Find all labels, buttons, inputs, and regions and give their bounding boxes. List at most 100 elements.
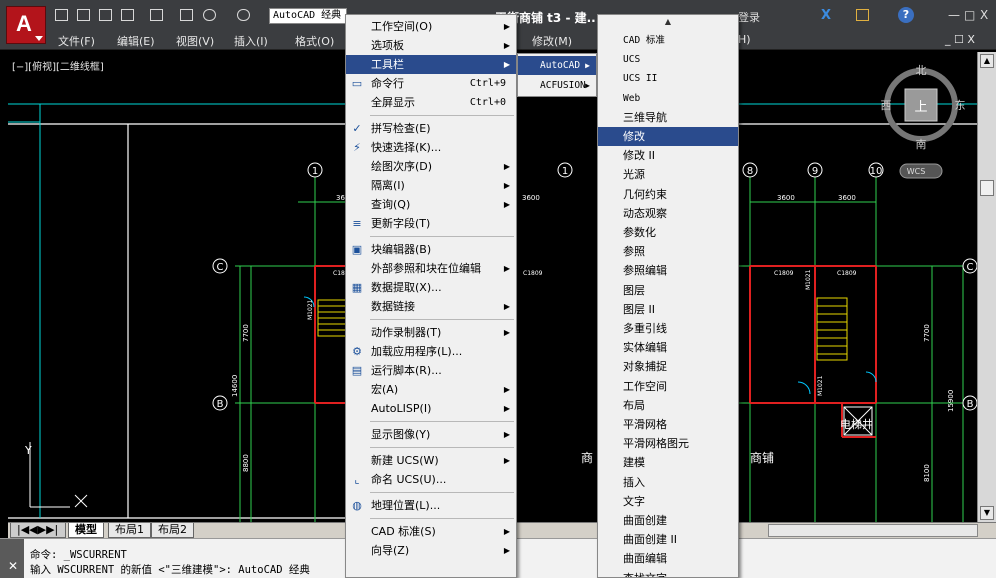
tab-layout1[interactable]: 布局1 (108, 523, 151, 538)
tools-menu-item[interactable]: ▦ 数据提取(X)... (346, 278, 516, 297)
tools-menu-item[interactable]: ⌞ 命名 UCS(U)... (346, 470, 516, 489)
horizontal-scrollbar[interactable] (768, 524, 978, 537)
tab-model[interactable]: 模型 (68, 523, 104, 538)
tools-menu-item[interactable]: ✓ 拼写检查(E) (346, 119, 516, 138)
tools-menu-item[interactable]: 工具栏 ▶ (346, 55, 516, 74)
tools-menu-item[interactable]: 显示图像(Y) ▶ (346, 425, 516, 444)
save-icon[interactable] (99, 9, 112, 21)
window-restore-controls[interactable]: _ ☐ X (945, 33, 975, 46)
autocad-toolbar-item[interactable]: 动态观察 (598, 204, 738, 223)
tools-menu-item[interactable]: 宏(A) ▶ (346, 380, 516, 399)
tools-menu-item[interactable]: 工作空间(O) ▶ (346, 17, 516, 36)
plot-icon[interactable] (150, 9, 163, 21)
autocad-toolbar-item[interactable]: 参照 (598, 242, 738, 261)
autocad-toolbar-item[interactable]: UCS II (598, 69, 738, 88)
redo-icon[interactable] (237, 9, 250, 21)
tools-menu-item[interactable]: 动作录制器(T) ▶ (346, 323, 516, 342)
menu-file[interactable]: 文件(F) (58, 33, 95, 49)
autocad-toolbar-item[interactable]: CAD 标准 (598, 31, 738, 50)
autocad-toolbar-item[interactable]: 修改 (598, 127, 738, 146)
tools-menu-item[interactable]: 外部参照和块在位编辑 ▶ (346, 259, 516, 278)
tools-menu-item[interactable]: ≡ 更新字段(T) (346, 214, 516, 233)
viewport-controls[interactable]: [−][俯视][二维线框] (12, 58, 104, 73)
view-cube-south[interactable]: 南 (916, 138, 927, 151)
autocad-toolbar-item[interactable]: 插入 (598, 473, 738, 492)
tools-menu-item[interactable]: AutoLISP(I) ▶ (346, 399, 516, 418)
print-icon[interactable] (180, 9, 193, 21)
autocad-toolbar-item[interactable]: 平滑网格 (598, 415, 738, 434)
command-line-close-button[interactable]: ✕ (0, 539, 24, 578)
login-link[interactable]: 登录 (738, 9, 760, 25)
view-cube-north[interactable]: 北 (916, 64, 927, 77)
autocad-toolbar-item[interactable]: 几何约束 (598, 185, 738, 204)
autocad-toolbar-item[interactable]: 参数化 (598, 223, 738, 242)
tools-menu-item[interactable]: ▭ 命令行 Ctrl+9 (346, 74, 516, 93)
autocad-toolbar-item[interactable]: 查找文字 (598, 569, 738, 577)
tools-menu-item[interactable]: ▣ 块编辑器(B) (346, 240, 516, 259)
tools-menu-item[interactable]: ◍ 地理位置(L)... (346, 496, 516, 515)
undo-icon[interactable] (203, 9, 216, 21)
autocad-toolbar-item[interactable]: 曲面创建 (598, 511, 738, 530)
tools-menu-item[interactable]: CAD 标准(S) ▶ (346, 522, 516, 541)
autocad-toolbar-item[interactable]: Web (598, 89, 738, 108)
tools-menu-item[interactable]: 绘图次序(D) ▶ (346, 157, 516, 176)
new-icon[interactable] (55, 9, 68, 21)
exchange-icon[interactable]: X (821, 8, 831, 23)
saveas-icon[interactable] (121, 9, 134, 21)
autocad-toolbar-item[interactable]: 建模 (598, 453, 738, 472)
maximize-button[interactable]: □ (964, 8, 975, 22)
view-cube[interactable]: 上 北 南 西 东 WCS (878, 62, 977, 182)
tools-menu-item[interactable]: 向导(Z) ▶ (346, 541, 516, 560)
tools-menu-item[interactable]: 选项板 ▶ (346, 36, 516, 55)
autocad-toolbar-item[interactable]: 修改 II (598, 146, 738, 165)
autocad-toolbar-item[interactable]: UCS (598, 50, 738, 69)
wcs-menu[interactable]: WCS (907, 167, 926, 176)
open-icon[interactable] (77, 9, 90, 21)
menu-edit[interactable]: 编辑(E) (117, 33, 155, 49)
menu-format[interactable]: 格式(O) (295, 33, 334, 49)
tools-menu-item[interactable]: ▤ 运行脚本(R)... (346, 361, 516, 380)
autocad-toolbar-item[interactable]: 布局 (598, 396, 738, 415)
scroll-thumb[interactable] (980, 180, 994, 196)
menu-scroll-up-arrow[interactable]: ▲ (598, 15, 738, 29)
close-button[interactable]: X (980, 8, 988, 22)
tools-menu-item[interactable]: 数据链接 ▶ (346, 297, 516, 316)
menu-modify[interactable]: 修改(M) (532, 33, 572, 49)
autocad-toolbar-item[interactable]: 三维导航 (598, 108, 738, 127)
autocad-toolbar-item[interactable]: 多重引线 (598, 319, 738, 338)
scroll-up-arrow[interactable]: ▲ (980, 54, 994, 68)
toolbar-submenu-item[interactable]: AutoCAD ▶ (518, 56, 596, 75)
tools-menu-item[interactable]: 隔离(I) ▶ (346, 176, 516, 195)
autocad-toolbar-item[interactable]: 平滑网格图元 (598, 434, 738, 453)
view-cube-top[interactable]: 上 (914, 100, 927, 115)
view-cube-west[interactable]: 西 (881, 99, 892, 112)
autocad-toolbar-item[interactable]: 文字 (598, 492, 738, 511)
tab-layout2[interactable]: 布局2 (151, 523, 194, 538)
help-icon[interactable]: ? (898, 7, 914, 23)
autocad-toolbar-item[interactable]: 实体编辑 (598, 338, 738, 357)
user-icon[interactable] (856, 9, 869, 21)
menu-help[interactable]: H) (738, 33, 751, 46)
app-logo[interactable]: A (6, 6, 46, 44)
autocad-toolbar-item[interactable]: 参照编辑 (598, 261, 738, 280)
tools-menu-item[interactable]: 全屏显示 Ctrl+0 (346, 93, 516, 112)
autocad-toolbar-item[interactable]: 工作空间 (598, 377, 738, 396)
autocad-toolbar-item[interactable]: 光源 (598, 165, 738, 184)
tools-menu-item[interactable]: 新建 UCS(W) ▶ (346, 451, 516, 470)
scroll-down-arrow[interactable]: ▼ (980, 506, 994, 520)
menu-insert[interactable]: 插入(I) (234, 33, 268, 49)
view-cube-east[interactable]: 东 (955, 99, 966, 112)
workspace-combo[interactable]: AutoCAD 经典 (269, 8, 347, 24)
menu-view[interactable]: 视图(V) (176, 33, 214, 49)
autocad-toolbar-item[interactable]: 曲面创建 II (598, 530, 738, 549)
tools-menu-item[interactable]: ⚡ 快速选择(K)... (346, 138, 516, 157)
tools-menu-item[interactable]: ⚙ 加载应用程序(L)... (346, 342, 516, 361)
autocad-toolbar-item[interactable]: 曲面编辑 (598, 549, 738, 568)
toolbar-submenu-item[interactable]: ACFUSION ▶ (518, 76, 596, 95)
minimize-button[interactable]: — (948, 8, 960, 22)
autocad-toolbar-item[interactable]: 图层 (598, 281, 738, 300)
tab-nav-arrows[interactable]: |◀◀▶▶| (10, 523, 66, 538)
tools-menu-item[interactable]: 查询(Q) ▶ (346, 195, 516, 214)
autocad-toolbar-item[interactable]: 对象捕捉 (598, 357, 738, 376)
vertical-scrollbar[interactable]: ▲ ▼ (977, 52, 996, 522)
